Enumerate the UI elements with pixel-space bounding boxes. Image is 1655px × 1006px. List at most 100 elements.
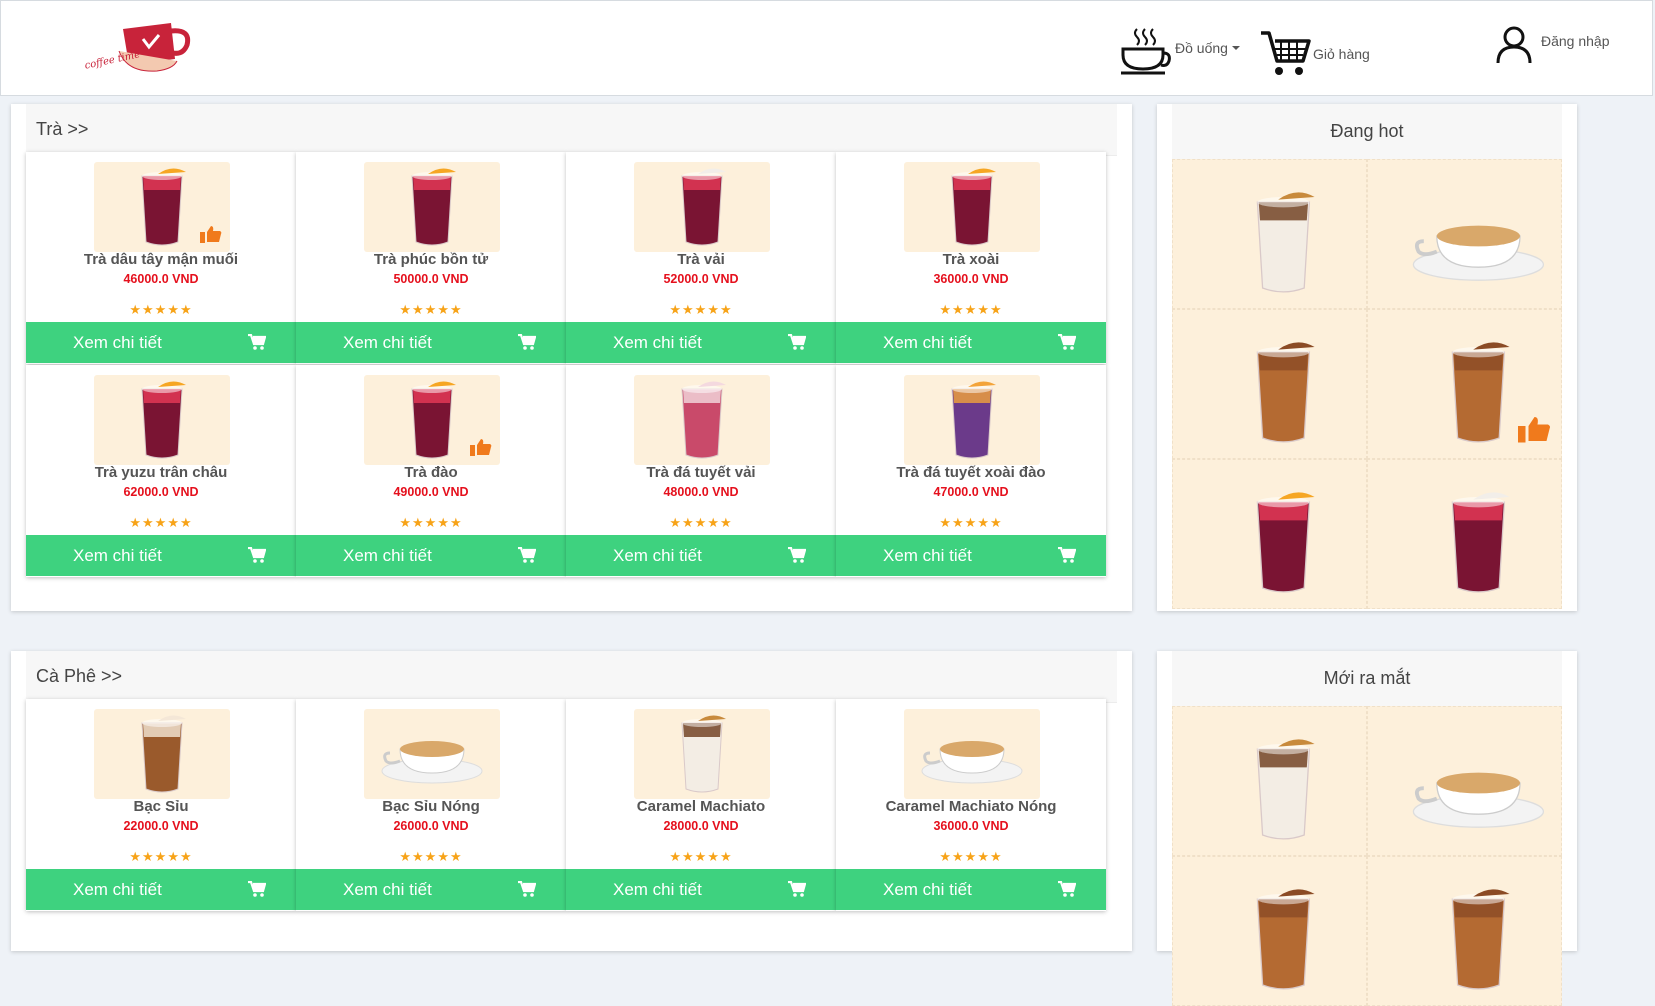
- product-name[interactable]: Trà đào: [296, 464, 566, 481]
- nav-cart[interactable]: Giỏ hàng: [1259, 27, 1370, 79]
- product-image[interactable]: [94, 375, 230, 465]
- product-card[interactable]: Caramel Machiato 28000.0 VND ★★★★★ Xem c…: [566, 699, 836, 911]
- svg-text:coffee time: coffee time: [84, 49, 141, 71]
- caret-down-icon: [1231, 46, 1240, 50]
- cart-icon: [518, 546, 537, 568]
- section-title-tea[interactable]: Trà >>: [26, 104, 1117, 156]
- featured-drink-image[interactable]: [1367, 309, 1562, 459]
- featured-drink-image[interactable]: [1172, 159, 1367, 309]
- product-card[interactable]: Trà đào 49000.0 VND ★★★★★ Xem chi tiết: [296, 365, 566, 577]
- product-card[interactable]: Bạc Sỉu 22000.0 VND ★★★★★ Xem chi tiết: [26, 699, 296, 911]
- product-image[interactable]: [634, 375, 770, 465]
- product-name[interactable]: Caramel Machiato Nóng: [836, 798, 1106, 815]
- cart-icon: [248, 880, 267, 902]
- product-name[interactable]: Caramel Machiato: [566, 798, 836, 815]
- new-title: Mới ra mắt: [1172, 651, 1562, 707]
- product-image[interactable]: [634, 162, 770, 252]
- user-icon: [1496, 26, 1532, 64]
- featured-drink-image[interactable]: [1172, 856, 1367, 1006]
- thumbs-up-icon: [200, 225, 222, 248]
- tea-section: Trà >> Trà dâu tây mận muối 46000.0 VND …: [11, 104, 1132, 611]
- product-name[interactable]: Trà dâu tây mận muối: [26, 251, 296, 268]
- view-details-button[interactable]: Xem chi tiết: [26, 869, 296, 910]
- view-details-button[interactable]: Xem chi tiết: [836, 322, 1106, 363]
- featured-drink-image[interactable]: [1172, 706, 1367, 856]
- product-card[interactable]: Trà đá tuyết vải 48000.0 VND ★★★★★ Xem c…: [566, 365, 836, 577]
- thumbs-up-icon: [470, 438, 492, 461]
- product-name[interactable]: Trà đá tuyết xoài đào: [836, 464, 1106, 481]
- featured-drink-image[interactable]: [1367, 706, 1562, 856]
- product-image[interactable]: [634, 709, 770, 799]
- nav-drinks-label: Đồ uống: [1175, 40, 1228, 56]
- rating-stars: ★★★★★: [399, 849, 463, 864]
- view-details-label: Xem chi tiết: [73, 332, 162, 352]
- product-price: 47000.0 VND: [933, 485, 1009, 499]
- product-image[interactable]: [904, 709, 1040, 799]
- view-details-button[interactable]: Xem chi tiết: [566, 322, 836, 363]
- featured-drink-image[interactable]: [1172, 309, 1367, 459]
- product-price: 52000.0 VND: [663, 272, 739, 286]
- view-details-label: Xem chi tiết: [613, 545, 702, 565]
- product-card[interactable]: Trà yuzu trân châu 62000.0 VND ★★★★★ Xem…: [26, 365, 296, 577]
- product-card[interactable]: Trà vải 52000.0 VND ★★★★★ Xem chi tiết: [566, 152, 836, 364]
- cart-icon: [248, 546, 267, 568]
- product-card[interactable]: Trà phúc bồn tử 50000.0 VND ★★★★★ Xem ch…: [296, 152, 566, 364]
- view-details-button[interactable]: Xem chi tiết: [836, 869, 1106, 910]
- product-name[interactable]: Bạc Sỉu Nóng: [296, 798, 566, 815]
- product-price: 26000.0 VND: [393, 819, 469, 833]
- featured-drink-image[interactable]: [1367, 459, 1562, 609]
- product-card[interactable]: Bạc Sỉu Nóng 26000.0 VND ★★★★★ Xem chi t…: [296, 699, 566, 911]
- nav-drinks-dropdown[interactable]: Đồ uống: [1119, 25, 1240, 77]
- brand-logo[interactable]: coffee time: [83, 21, 207, 79]
- product-image[interactable]: [364, 709, 500, 799]
- view-details-label: Xem chi tiết: [73, 879, 162, 899]
- rating-stars: ★★★★★: [669, 849, 733, 864]
- featured-drink-image[interactable]: [1172, 459, 1367, 609]
- view-details-button[interactable]: Xem chi tiết: [26, 535, 296, 576]
- nav-login[interactable]: Đăng nhập: [1495, 25, 1610, 65]
- view-details-button[interactable]: Xem chi tiết: [296, 322, 566, 363]
- hot-grid: [1172, 159, 1562, 609]
- product-name[interactable]: Trà yuzu trân châu: [26, 464, 296, 481]
- product-card[interactable]: Trà đá tuyết xoài đào 47000.0 VND ★★★★★ …: [836, 365, 1106, 577]
- product-image[interactable]: [94, 162, 230, 252]
- product-image[interactable]: [364, 375, 500, 465]
- view-details-button[interactable]: Xem chi tiết: [566, 869, 836, 910]
- cart-icon: [1261, 31, 1311, 75]
- product-price: 36000.0 VND: [933, 272, 1009, 286]
- product-image[interactable]: [904, 162, 1040, 252]
- rating-stars: ★★★★★: [939, 515, 1003, 530]
- product-price: 50000.0 VND: [393, 272, 469, 286]
- product-name[interactable]: Trà vải: [566, 251, 836, 268]
- cart-icon: [1058, 880, 1077, 902]
- rating-stars: ★★★★★: [669, 302, 733, 317]
- section-title-coffee[interactable]: Cà Phê >>: [26, 651, 1117, 703]
- nav-login-label: Đăng nhập: [1541, 33, 1610, 49]
- rating-stars: ★★★★★: [129, 515, 193, 530]
- product-name[interactable]: Bạc Sỉu: [26, 798, 296, 815]
- product-card[interactable]: Trà xoài 36000.0 VND ★★★★★ Xem chi tiết: [836, 152, 1106, 364]
- view-details-button[interactable]: Xem chi tiết: [296, 869, 566, 910]
- view-details-button[interactable]: Xem chi tiết: [26, 322, 296, 363]
- product-card[interactable]: Trà dâu tây mận muối 46000.0 VND ★★★★★ X…: [26, 152, 296, 364]
- view-details-button[interactable]: Xem chi tiết: [566, 535, 836, 576]
- product-card[interactable]: Caramel Machiato Nóng 36000.0 VND ★★★★★ …: [836, 699, 1106, 911]
- product-price: 62000.0 VND: [123, 485, 199, 499]
- view-details-button[interactable]: Xem chi tiết: [836, 535, 1106, 576]
- hot-title: Đang hot: [1172, 104, 1562, 160]
- view-details-label: Xem chi tiết: [613, 879, 702, 899]
- product-image[interactable]: [904, 375, 1040, 465]
- product-name[interactable]: Trà phúc bồn tử: [296, 251, 566, 268]
- rating-stars: ★★★★★: [399, 515, 463, 530]
- product-image[interactable]: [364, 162, 500, 252]
- product-name[interactable]: Trà đá tuyết vải: [566, 464, 836, 481]
- product-name[interactable]: Trà xoài: [836, 251, 1106, 268]
- view-details-button[interactable]: Xem chi tiết: [296, 535, 566, 576]
- featured-drink-image[interactable]: [1367, 159, 1562, 309]
- rating-stars: ★★★★★: [129, 849, 193, 864]
- product-price: 36000.0 VND: [933, 819, 1009, 833]
- featured-drink-image[interactable]: [1367, 856, 1562, 1006]
- coffee-section: Cà Phê >> Bạc Sỉu 22000.0 VND ★★★★★ Xem …: [11, 651, 1132, 951]
- view-details-label: Xem chi tiết: [883, 332, 972, 352]
- product-image[interactable]: [94, 709, 230, 799]
